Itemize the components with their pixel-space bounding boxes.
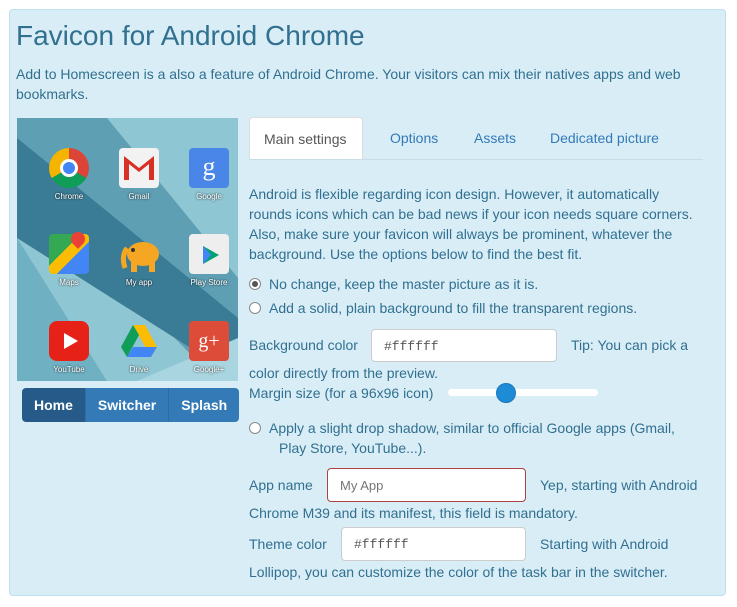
option-drop-shadow[interactable]: Apply a slight drop shadow, similar to o…: [249, 418, 709, 438]
page-title: Favicon for Android Chrome: [16, 20, 365, 51]
app-google: g Google: [174, 148, 238, 201]
bg-tip-text-cont: color directly from the preview.: [249, 365, 439, 381]
app-name-note: Yep, starting with Android: [540, 477, 698, 493]
app-drive: Drive: [104, 321, 174, 374]
chrome-icon: [49, 148, 89, 188]
app-youtube: YouTube: [34, 321, 104, 374]
bg-tip-text: Tip: You can pick a: [571, 337, 689, 353]
homescreen-preview: Chrome Gmail g Google Maps My app Play S…: [17, 118, 238, 381]
tab-dedicated-picture[interactable]: Dedicated picture: [536, 117, 673, 159]
option-drop-shadow-label: Apply a slight drop shadow, similar to o…: [269, 420, 675, 436]
mode-switcher-button[interactable]: Switcher: [85, 388, 170, 422]
drive-icon: [119, 321, 159, 361]
theme-color-field[interactable]: #ffffff: [341, 527, 526, 561]
app-gmail: Gmail: [104, 148, 174, 201]
theme-color-note-cont: Lollipop, you can customize the color of…: [249, 564, 668, 580]
app-name-note-cont: Chrome M39 and its manifest, this field …: [249, 505, 578, 521]
margin-slider-track[interactable]: [448, 389, 598, 396]
tab-options[interactable]: Options: [376, 117, 452, 159]
radio-no-change[interactable]: [249, 278, 261, 291]
theme-color-note: Starting with Android: [540, 536, 669, 552]
option-solid-bg-label: Add a solid, plain background to fill th…: [269, 300, 638, 316]
tab-assets[interactable]: Assets: [460, 117, 530, 159]
settings-tabs: Main settings Options Assets Dedicated p…: [249, 117, 703, 160]
app-chrome: Chrome: [34, 148, 104, 201]
play-store-icon: [189, 234, 229, 274]
google-icon: g: [189, 148, 229, 188]
option-drop-shadow-label-cont: Play Store, YouTube...).: [279, 440, 427, 456]
youtube-icon: [49, 321, 89, 361]
option-solid-bg[interactable]: Add a solid, plain background to fill th…: [249, 298, 637, 318]
option-no-change[interactable]: No change, keep the master picture as it…: [249, 274, 538, 294]
app-play-store: Play Store: [174, 234, 238, 287]
bg-color-label: Background color: [249, 337, 358, 353]
main-description: Android is flexible regarding icon desig…: [249, 186, 693, 262]
bg-color-field[interactable]: #ffffff: [371, 329, 557, 362]
intro-text: Add to Homescreen is a also a feature of…: [16, 66, 681, 102]
app-my-app: My app: [104, 234, 174, 287]
mode-splash-button[interactable]: Splash: [169, 388, 240, 422]
tab-main-settings[interactable]: Main settings: [249, 117, 363, 159]
app-name-label: App name: [249, 477, 313, 493]
app-google-plus: g+ Google+: [174, 321, 238, 374]
mode-home-button[interactable]: Home: [22, 388, 86, 422]
app-maps: Maps: [34, 229, 104, 287]
app-name-input[interactable]: [327, 468, 526, 502]
maps-icon: [49, 229, 89, 274]
radio-solid-bg[interactable]: [249, 302, 261, 315]
gmail-icon: [119, 148, 159, 188]
elephant-icon: [119, 234, 159, 274]
margin-slider-handle[interactable]: [496, 383, 516, 403]
radio-drop-shadow[interactable]: [249, 422, 261, 435]
preview-mode-switch: Home Switcher Splash: [22, 388, 240, 422]
google-plus-icon: g+: [189, 321, 229, 361]
theme-color-label: Theme color: [249, 536, 327, 552]
option-no-change-label: No change, keep the master picture as it…: [269, 276, 539, 292]
margin-size-label: Margin size (for a 96x96 icon): [249, 385, 434, 401]
